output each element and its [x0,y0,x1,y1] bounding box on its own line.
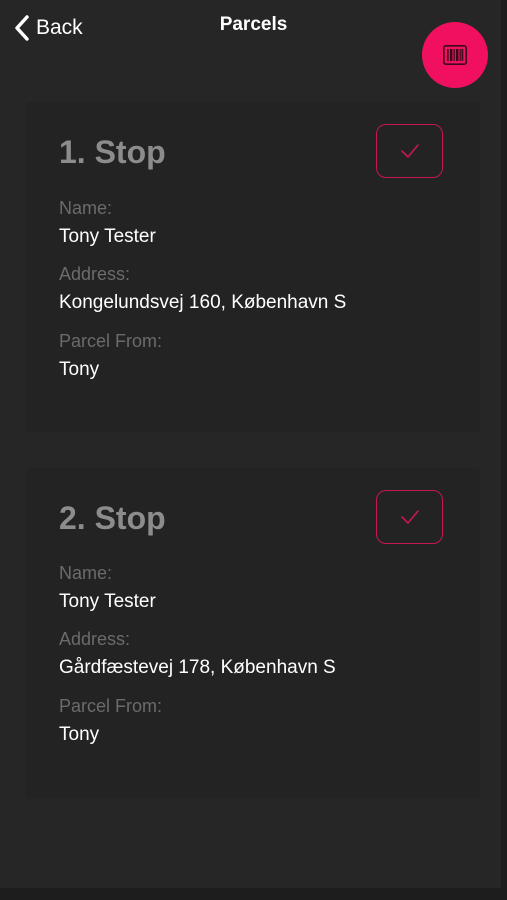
delivery-address: Gårdfæstevej 178, København S [59,657,336,678]
stop-title: 2. Stop [59,500,166,536]
parcel-sender: Tony [59,724,100,745]
mark-delivered-button[interactable] [376,490,443,544]
address-label: Address: [59,629,131,649]
parcels-screen: Back Parcels 1. Stop Name: Tony Tester A… [0,0,507,900]
recipient-name: Tony Tester [59,591,156,612]
parcel-from-label: Parcel From: [59,331,163,351]
name-label: Name: [59,198,113,218]
parcel-from-label: Parcel From: [59,696,163,716]
parcel-sender: Tony [59,359,100,380]
mark-delivered-button[interactable] [376,124,443,178]
delivery-address: Kongelundsvej 160, København S [59,292,347,313]
stop-title: 1. Stop [59,134,166,170]
checkmark-icon [399,508,421,526]
stop-card: 1. Stop Name: Tony Tester Address: Konge… [26,102,480,432]
stop-card: 2. Stop Name: Tony Tester Address: Gårdf… [26,468,480,798]
scan-barcode-button[interactable] [422,22,488,88]
checkmark-icon [399,142,421,160]
name-label: Name: [59,563,113,583]
address-label: Address: [59,264,131,284]
recipient-name: Tony Tester [59,226,156,247]
barcode-icon [443,45,467,65]
